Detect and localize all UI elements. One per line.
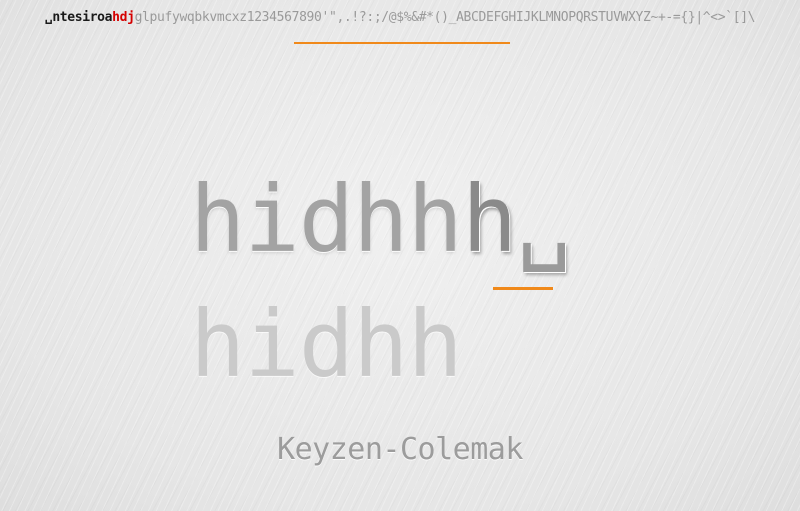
current-character: h — [461, 166, 517, 273]
typed-text: hidhh — [190, 166, 463, 273]
space-cursor-icon: ␣ — [516, 166, 571, 273]
next-word: hidhh — [190, 291, 463, 398]
character-sequence: ␣ntesiroahdjglpufywqbkvmcxz1234567890'",… — [0, 9, 800, 27]
level-progress-bar — [294, 42, 510, 44]
locked-characters: glpufywqbkvmcxz1234567890'",.!?:;/@$%&#*… — [134, 10, 756, 25]
learned-characters: ␣ntesiroa — [44, 10, 113, 25]
current-character-underline — [493, 287, 553, 290]
level-progress-fill — [294, 42, 510, 44]
keyboard-layout-label: Keyzen-Colemak — [277, 432, 523, 467]
current-level-characters: hdj — [112, 10, 135, 25]
typing-line[interactable]: hidhhh␣ — [190, 160, 572, 280]
